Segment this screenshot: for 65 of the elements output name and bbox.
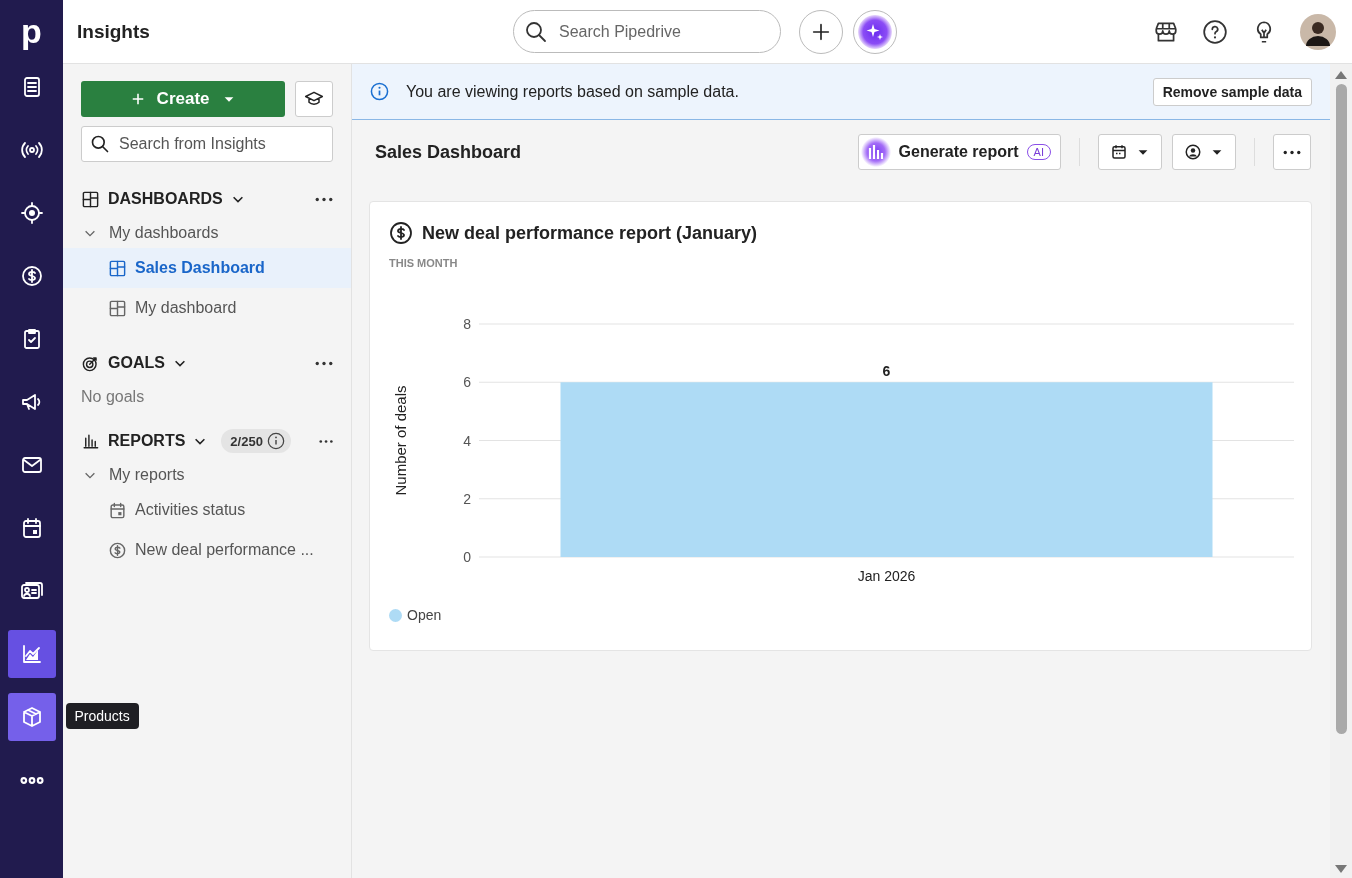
- search-icon: [524, 19, 548, 44]
- search-field[interactable]: Search Pipedrive: [513, 10, 781, 53]
- count-badge: 2/250: [221, 429, 291, 453]
- dashboard-grid-icon: [108, 298, 127, 318]
- section-header[interactable]: GOALS: [81, 353, 187, 373]
- sidebar-item[interactable]: My dashboard: [63, 288, 351, 328]
- tooltip: Products: [65, 703, 139, 729]
- tick-label: 0: [463, 549, 471, 565]
- create-button[interactable]: Create: [81, 81, 286, 117]
- more-icon: [19, 776, 44, 784]
- scroll-down-icon[interactable]: [1334, 864, 1348, 874]
- search-field[interactable]: Search from Insights: [81, 126, 333, 162]
- academy-button[interactable]: [295, 81, 333, 117]
- group-toggle[interactable]: My reports: [81, 460, 185, 490]
- report-title: New deal performance report (January): [422, 222, 758, 244]
- data-label: 6: [882, 363, 891, 380]
- info-icon: [370, 82, 389, 101]
- axis-title: Number of deals: [392, 385, 409, 496]
- tick-label: 4: [463, 432, 471, 449]
- period-label: THIS MONTH: [389, 257, 459, 269]
- search-icon: [90, 134, 110, 154]
- dollar-icon: [108, 540, 127, 560]
- dollar-icon: [19, 264, 44, 288]
- sidebar-item[interactable]: Activities status: [63, 490, 351, 530]
- dollar-icon: [389, 221, 413, 245]
- ai-assistant-button[interactable]: [853, 9, 897, 54]
- sparkle-icon: [857, 13, 893, 50]
- nav-button[interactable]: [7, 630, 56, 678]
- section-header[interactable]: REPORTS: [81, 431, 208, 451]
- dashboard-grid-icon: [81, 189, 100, 209]
- sidebar-item[interactable]: New deal performance ...: [63, 530, 351, 570]
- dashboard-title: Sales Dashboard: [375, 141, 522, 163]
- remove-sample-data-button[interactable]: Remove sample data: [1152, 77, 1312, 106]
- tick-label: 8: [463, 316, 471, 332]
- empty-text: No goals: [81, 388, 146, 406]
- group-toggle[interactable]: My dashboards: [81, 218, 219, 248]
- plus-icon: [130, 92, 145, 106]
- more-icon: [1283, 149, 1301, 155]
- more-icon[interactable]: [315, 196, 333, 202]
- report-sparkle-icon: [860, 137, 891, 167]
- help-icon[interactable]: [1202, 18, 1228, 45]
- tick-label: 2: [463, 490, 471, 507]
- user-filter-dropdown[interactable]: [1172, 134, 1236, 170]
- category-label: Jan 2026: [857, 568, 916, 584]
- legend-label[interactable]: Open: [407, 607, 442, 623]
- target-icon: [19, 201, 44, 225]
- tick-label: 6: [463, 374, 471, 391]
- add-button[interactable]: [799, 9, 843, 54]
- section-header[interactable]: DASHBOARDS: [81, 189, 245, 209]
- dashboard-grid-icon: [108, 258, 127, 278]
- scroll-up-icon[interactable]: [1334, 70, 1348, 80]
- user-circle-icon: [1184, 143, 1202, 161]
- sidebar-item[interactable]: Sales Dashboard: [63, 248, 351, 288]
- more-icon[interactable]: [318, 438, 333, 444]
- more-icon[interactable]: [315, 360, 333, 366]
- calendar-icon: [1110, 143, 1128, 161]
- logo[interactable]: p: [11, 0, 52, 63]
- generate-report-button[interactable]: Generate report AI: [857, 134, 1061, 170]
- page-title: Insights: [77, 20, 151, 43]
- calendar-icon: [108, 500, 127, 520]
- scrollbar[interactable]: [1330, 64, 1352, 878]
- date-filter-dropdown[interactable]: [1098, 134, 1162, 170]
- info-icon: [266, 432, 285, 450]
- banner-message: You are viewing reports based on sample data.: [406, 82, 739, 101]
- avatar[interactable]: [1300, 13, 1336, 50]
